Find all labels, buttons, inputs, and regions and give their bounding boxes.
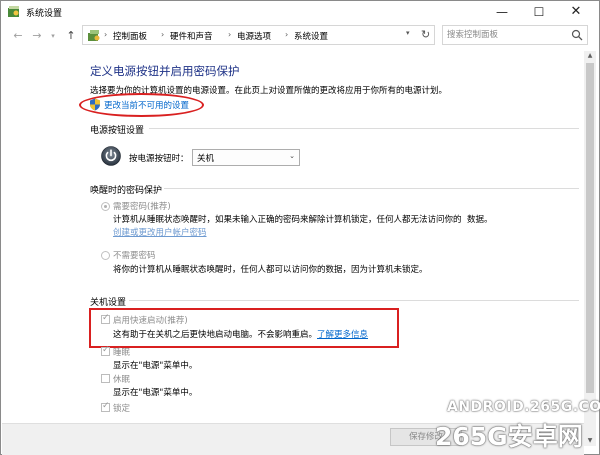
close-button[interactable]: ✕ — [561, 1, 591, 23]
hibernate-description: 显示在"电源"菜单中。 — [113, 388, 198, 398]
address-bar[interactable]: › 控制面板 › 硬件和声音 › 电源选项 › 系统设置 ▾ ↻ — [82, 25, 435, 45]
minimize-button[interactable]: — — [487, 1, 517, 23]
breadcrumb-separator: › — [228, 30, 232, 39]
power-icon — [101, 146, 121, 166]
hibernate-checkbox[interactable] — [101, 374, 110, 383]
title-bar: 系统设置 — ☐ ✕ — [1, 1, 599, 23]
forward-arrow-icon[interactable]: → — [30, 28, 44, 44]
vertical-scrollbar[interactable]: ▲ ▼ — [584, 51, 596, 446]
breadcrumb-power-options[interactable]: 电源选项 — [237, 30, 271, 42]
watermark-url: ANDROID.265G.COM — [447, 399, 600, 415]
power-button-action-select[interactable]: 关机 ⌄ — [192, 149, 300, 166]
chevron-down-icon: ⌄ — [289, 152, 295, 160]
section-divider — [164, 188, 579, 189]
lock-checkbox[interactable] — [101, 401, 110, 412]
wake-password-section-title: 唤醒时的密码保护 — [90, 186, 163, 196]
hibernate-label: 休眠 — [113, 375, 131, 385]
require-password-description-end: 数据。 — [467, 215, 493, 225]
sleep-label: 睡眠 — [113, 348, 131, 358]
lock-label: 锁定 — [113, 404, 131, 414]
up-arrow-icon[interactable]: ↑ — [64, 28, 78, 44]
window-title: 系统设置 — [26, 9, 63, 19]
breadcrumb-separator: › — [285, 30, 289, 39]
address-dropdown-icon[interactable]: ▾ — [406, 29, 410, 37]
breadcrumb-system-settings[interactable]: 系统设置 — [294, 30, 328, 42]
no-password-description: 将你的计算机从睡眠状态唤醒时，任何人都可以访问你的数据，因为计算机未锁定。 — [113, 265, 428, 275]
shutdown-section-title: 关机设置 — [90, 298, 127, 308]
breadcrumb-control-panel[interactable]: 控制面板 — [113, 30, 147, 42]
no-password-radio[interactable] — [101, 251, 110, 260]
section-divider — [149, 128, 579, 129]
recent-locations-chevron-icon[interactable]: ▾ — [46, 28, 60, 44]
maximize-button[interactable]: ☐ — [524, 1, 554, 23]
scroll-thumb[interactable] — [586, 63, 594, 393]
scroll-up-icon[interactable]: ▲ — [584, 51, 596, 61]
require-password-radio[interactable] — [101, 202, 110, 211]
create-password-link[interactable]: 创建或更改用户帐户密码 — [113, 226, 207, 238]
highlight-rectangle — [89, 308, 399, 348]
section-divider — [129, 300, 579, 301]
search-input[interactable] — [447, 27, 567, 43]
search-box[interactable] — [442, 25, 588, 45]
require-password-description: 计算机从睡眠状态唤醒时，如果未输入正确的密码来解除计算机锁定，任何人都无法访问你… — [113, 215, 462, 225]
refresh-icon[interactable]: ↻ — [421, 28, 430, 41]
no-password-label: 不需要密码 — [113, 251, 156, 261]
breadcrumb-hardware-sound[interactable]: 硬件和声音 — [170, 30, 213, 42]
watermark: ANDROID.265G.COM 265G安卓网 — [433, 399, 600, 455]
page-title: 定义电源按钮并启用密码保护 — [90, 64, 240, 78]
require-password-label: 需要密码(推荐) — [113, 202, 171, 212]
search-icon[interactable] — [571, 29, 583, 41]
back-arrow-icon[interactable]: ← — [11, 28, 25, 44]
app-icon — [8, 6, 19, 17]
breadcrumb-separator: › — [161, 30, 165, 39]
power-button-label: 按电源按钮时： — [129, 154, 189, 164]
breadcrumb-separator: › — [104, 30, 108, 39]
sleep-checkbox[interactable] — [101, 345, 110, 356]
power-button-section-title: 电源按钮设置 — [90, 126, 145, 136]
navigation-bar: ← → ▾ ↑ › 控制面板 › 硬件和声音 › 电源选项 › 系统设置 ▾ ↻ — [1, 24, 599, 48]
sleep-description: 显示在"电源"菜单中。 — [113, 361, 198, 371]
control-panel-icon — [88, 30, 100, 41]
highlight-ellipse — [79, 93, 204, 117]
watermark-brand: 265G安卓网 — [435, 422, 583, 451]
power-button-action-value: 关机 — [197, 154, 215, 164]
window: 系统设置 — ☐ ✕ ← → ▾ ↑ › 控制面板 › 硬件和声音 › 电源选项… — [0, 0, 600, 455]
